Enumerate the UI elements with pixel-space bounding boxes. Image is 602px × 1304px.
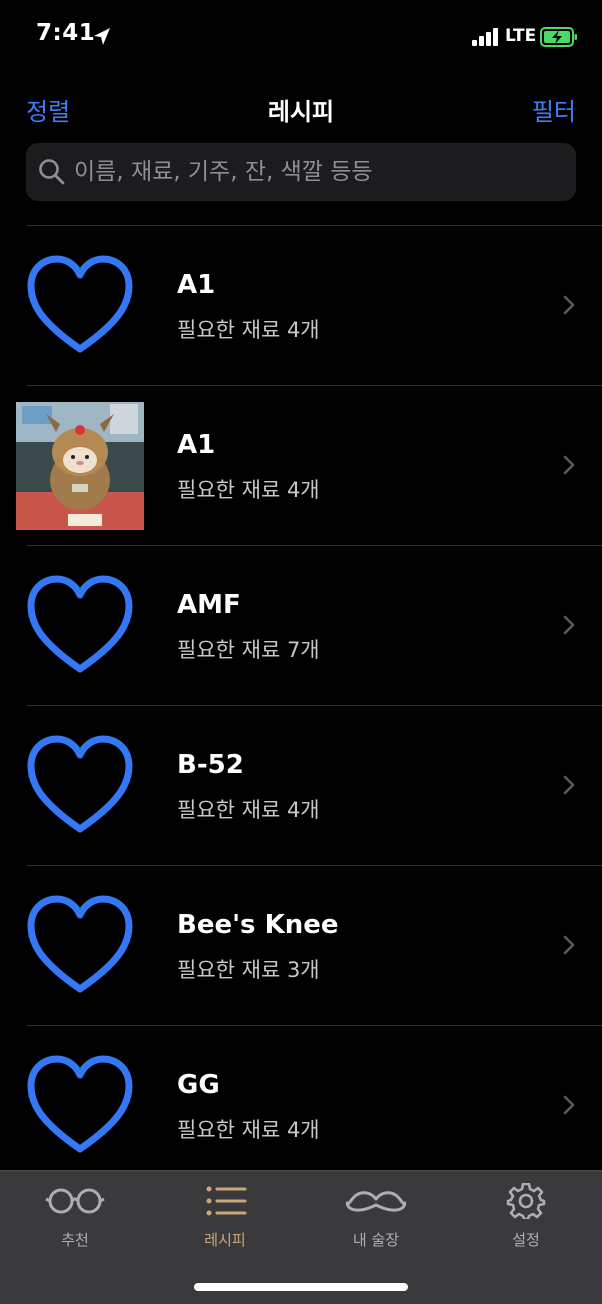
search-icon [39, 159, 65, 185]
tab-recipes[interactable]: 레시피 [150, 1171, 300, 1261]
tab-label: 레시피 [204, 1231, 246, 1249]
chevron-right-icon [563, 455, 575, 475]
recipe-name: Bee's Knee [177, 910, 339, 940]
status-bar: 7:41 LTE [0, 0, 602, 74]
navigation-bar: 정렬 레시피 필터 [0, 74, 602, 140]
tab-recommend[interactable]: 추천 [0, 1171, 150, 1261]
recipe-name: A1 [177, 430, 216, 460]
ingredient-count: 필요한 재료 3개 [177, 958, 320, 982]
chevron-right-icon [563, 775, 575, 795]
heart-outline-icon [27, 735, 133, 833]
recipe-list: A1 필요한 재료 4개 A1 필요한 재료 4개 AMF 필요한 재료 7개 … [0, 226, 602, 1186]
ingredient-count: 필요한 재료 4개 [177, 318, 320, 342]
ingredient-count: 필요한 재료 4개 [177, 798, 320, 822]
status-time: 7:41 [36, 20, 96, 46]
network-type: LTE [505, 26, 537, 46]
heart-outline-icon [27, 895, 133, 993]
tab-label: 내 술장 [352, 1231, 400, 1249]
tab-settings[interactable]: 설정 [451, 1171, 601, 1261]
recipe-name: GG [177, 1070, 220, 1100]
ingredient-count: 필요한 재료 4개 [177, 1118, 320, 1142]
chevron-right-icon [563, 295, 575, 315]
recipe-row-a1[interactable]: A1 필요한 재료 4개 [0, 226, 602, 386]
recipe-name: B-52 [177, 750, 244, 780]
heart-outline-icon [27, 255, 133, 353]
battery-charging-icon [540, 27, 577, 47]
chevron-right-icon [563, 615, 575, 635]
heart-outline-icon [27, 1055, 133, 1153]
filter-button[interactable]: 필터 [532, 92, 576, 127]
heart-outline-icon [27, 575, 133, 673]
recipe-row-bees-knee[interactable]: Bee's Knee 필요한 재료 3개 [0, 866, 602, 1026]
tab-my-bar[interactable]: 내 술장 [301, 1171, 451, 1261]
glasses-icon [45, 1188, 105, 1214]
recipe-row-amf[interactable]: AMF 필요한 재료 7개 [0, 546, 602, 706]
signal-bars-icon [472, 28, 498, 46]
gear-icon [506, 1183, 546, 1219]
recipe-photo [16, 402, 144, 530]
location-arrow-icon [94, 28, 110, 45]
recipe-row-b52[interactable]: B-52 필요한 재료 4개 [0, 706, 602, 866]
recipe-name: AMF [177, 590, 241, 620]
tab-label: 설정 [512, 1231, 540, 1249]
page-title: 레시피 [267, 98, 335, 126]
search-input[interactable] [74, 151, 564, 193]
recipe-row-gg[interactable]: GG 필요한 재료 4개 [0, 1026, 602, 1186]
screen: 7:41 LTE 정렬 레시피 필터 이름, 재료, 기주, 잔, 색깔 등등 … [0, 0, 602, 1304]
chevron-right-icon [563, 1095, 575, 1115]
ingredient-count: 필요한 재료 4개 [177, 478, 320, 502]
mustache-icon [346, 1191, 406, 1212]
recipe-row-a1-photo[interactable]: A1 필요한 재료 4개 [0, 386, 602, 546]
ingredient-count: 필요한 재료 7개 [177, 638, 320, 662]
home-indicator[interactable] [194, 1283, 408, 1291]
chevron-right-icon [563, 935, 575, 955]
list-icon [206, 1186, 247, 1216]
tab-label: 추천 [61, 1231, 89, 1249]
recipe-name: A1 [177, 270, 216, 300]
search-bar[interactable] [26, 143, 576, 201]
